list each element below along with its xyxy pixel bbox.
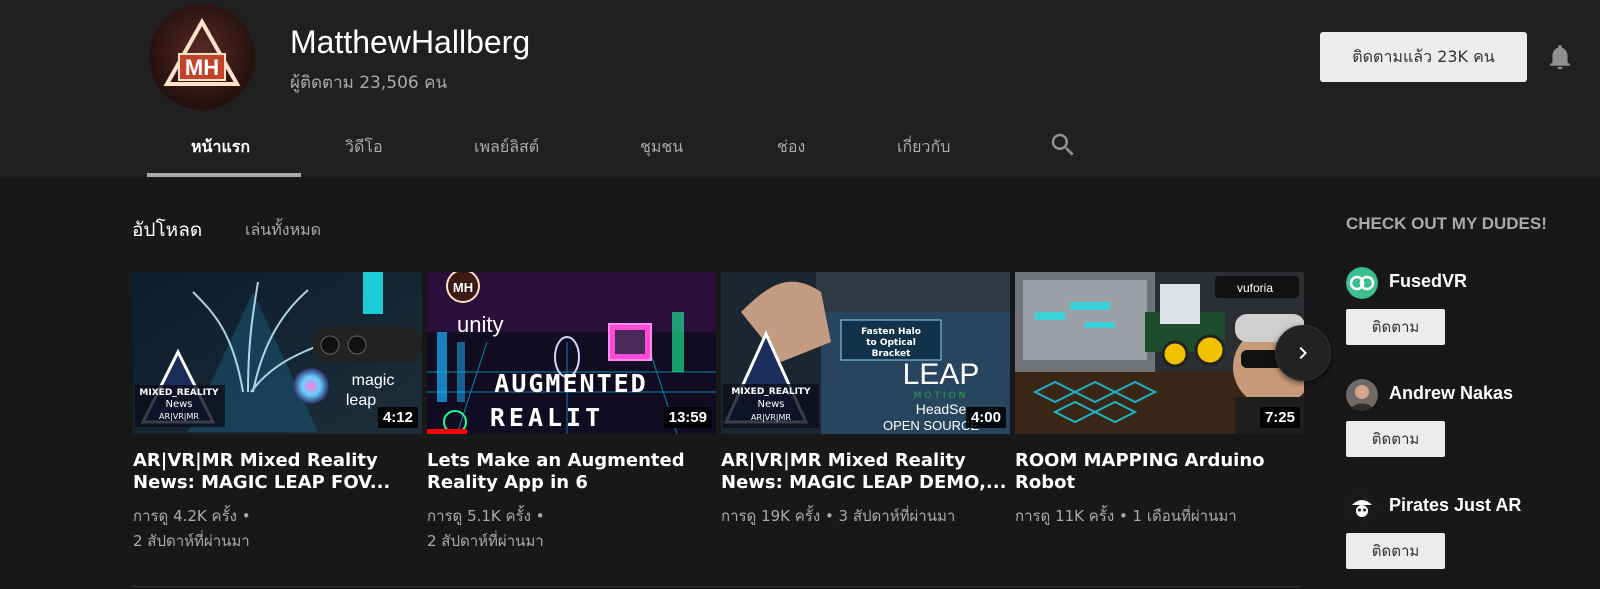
video-meta: การดู 4.2K ครั้ง • 2 สัปดาห์ที่ผ่านมา xyxy=(133,504,422,554)
channel-avatar[interactable] xyxy=(1346,379,1378,411)
watch-progress-bar xyxy=(427,429,468,434)
video-duration: 7:25 xyxy=(1259,407,1300,428)
svg-text:unity: unity xyxy=(457,312,503,337)
svg-text:leap: leap xyxy=(346,392,376,409)
svg-text:OPEN SOURCE: OPEN SOURCE xyxy=(883,418,979,433)
svg-text:News: News xyxy=(165,399,192,410)
svg-text:Fasten Halo: Fasten Halo xyxy=(861,327,921,337)
svg-text:MH: MH xyxy=(453,280,473,295)
tab-videos[interactable]: วิดีโอ xyxy=(345,135,383,160)
uploads-title[interactable]: อัปโหลด xyxy=(132,215,202,245)
bell-icon[interactable] xyxy=(1545,42,1575,72)
video-thumbnail[interactable]: vuforia 7:25 xyxy=(1015,272,1304,434)
svg-text:to Optical: to Optical xyxy=(866,338,916,348)
subscribe-button[interactable]: ติดตาม xyxy=(1346,533,1445,569)
video-thumbnail[interactable]: MIXED_REALITY News AR|VR|MR magic leap 4… xyxy=(133,272,422,434)
channel-avatar[interactable] xyxy=(1346,491,1378,523)
video-card[interactable]: vuforia 7:25 ROOM MAPPING Arduino Robot … xyxy=(1015,272,1304,529)
video-card[interactable]: Fasten Halo to Optical Bracket LEAP MOTI… xyxy=(721,272,1010,529)
video-views: การดู 19K ครั้ง • 3 สัปดาห์ที่ผ่านมา xyxy=(721,507,956,525)
video-card[interactable]: MIXED_REALITY News AR|VR|MR magic leap 4… xyxy=(133,272,422,554)
svg-text:AR|VR|MR: AR|VR|MR xyxy=(751,413,791,422)
tab-community[interactable]: ชุมชน xyxy=(640,135,683,160)
mh-logo-icon: MH xyxy=(163,17,241,86)
video-title[interactable]: Lets Make an Augmented Reality App in 6 … xyxy=(427,450,716,494)
video-title[interactable]: AR|VR|MR Mixed Reality News: MAGIC LEAP … xyxy=(133,450,422,494)
subscribe-button[interactable]: ติดตาม xyxy=(1346,309,1445,345)
video-age: 2 สัปดาห์ที่ผ่านมา xyxy=(427,532,544,550)
shelf-next-button[interactable] xyxy=(1275,325,1331,381)
channel-avatar[interactable]: MH xyxy=(149,4,255,110)
video-card[interactable]: MH unity AUGMENTED REALIT 13:59 Lets Mak… xyxy=(427,272,716,554)
video-title[interactable]: AR|VR|MR Mixed Reality News: MAGIC LEAP … xyxy=(721,450,1010,494)
search-icon[interactable] xyxy=(1048,130,1078,160)
svg-text:magic: magic xyxy=(352,372,395,389)
subscriber-count: ผู้ติดตาม 23,506 คน xyxy=(290,73,448,93)
tab-channels[interactable]: ช่อง xyxy=(777,135,805,160)
play-all-link[interactable]: เล่นทั้งหมด xyxy=(245,218,321,243)
active-tab-indicator xyxy=(147,173,301,177)
video-title[interactable]: ROOM MAPPING Arduino Robot xyxy=(1015,450,1304,494)
channel-name[interactable]: FusedVR xyxy=(1389,271,1467,292)
svg-text:vuforia: vuforia xyxy=(1237,281,1273,295)
video-age: 2 สัปดาห์ที่ผ่านมา xyxy=(133,532,250,550)
tab-home[interactable]: หน้าแรก xyxy=(191,135,250,160)
video-meta: การดู 19K ครั้ง • 3 สัปดาห์ที่ผ่านมา xyxy=(721,504,1010,529)
video-meta: การดู 5.1K ครั้ง • 2 สัปดาห์ที่ผ่านมา xyxy=(427,504,716,554)
svg-text:MOTION: MOTION xyxy=(914,391,969,401)
subscribe-button[interactable]: ติดตาม xyxy=(1346,421,1445,457)
featured-channels-title: CHECK OUT MY DUDES! xyxy=(1346,214,1547,233)
video-duration: 4:00 xyxy=(965,407,1006,428)
channel-avatar[interactable] xyxy=(1346,267,1378,299)
channel-name[interactable]: Pirates Just AR xyxy=(1389,495,1521,516)
tab-playlists[interactable]: เพลย์ลิสต์ xyxy=(474,135,539,160)
video-duration: 4:12 xyxy=(377,407,418,428)
svg-text:MIXED_REALITY: MIXED_REALITY xyxy=(139,388,219,398)
svg-text:HeadSe: HeadSe xyxy=(916,401,967,417)
svg-text:LEAP: LEAP xyxy=(903,358,980,391)
video-thumbnail[interactable]: Fasten Halo to Optical Bracket LEAP MOTI… xyxy=(721,272,1010,434)
video-duration: 13:59 xyxy=(663,407,712,428)
svg-text:News: News xyxy=(757,399,784,410)
video-views: การดู 5.1K ครั้ง • xyxy=(427,507,545,525)
svg-text:MIXED_REALITY: MIXED_REALITY xyxy=(731,387,811,397)
svg-text:AUGMENTED: AUGMENTED xyxy=(494,369,647,398)
svg-text:MH: MH xyxy=(185,55,219,80)
video-thumbnail[interactable]: MH unity AUGMENTED REALIT 13:59 xyxy=(427,272,716,434)
divider xyxy=(132,586,1302,587)
channel-name: MatthewHallberg xyxy=(290,24,531,60)
tab-about[interactable]: เกี่ยวกับ xyxy=(897,135,950,160)
video-views: การดู 4.2K ครั้ง • xyxy=(133,507,251,525)
subscribed-button[interactable]: ติดตามแล้ว 23K คน xyxy=(1320,32,1527,82)
svg-text:AR|VR|MR: AR|VR|MR xyxy=(159,412,199,421)
video-meta: การดู 11K ครั้ง • 1 เดือนที่ผ่านมา xyxy=(1015,504,1304,529)
channel-name[interactable]: Andrew Nakas xyxy=(1389,383,1513,404)
svg-text:REALIT: REALIT xyxy=(490,403,604,432)
chevron-right-icon xyxy=(1299,347,1307,359)
video-views: การดู 11K ครั้ง • 1 เดือนที่ผ่านมา xyxy=(1015,507,1237,525)
